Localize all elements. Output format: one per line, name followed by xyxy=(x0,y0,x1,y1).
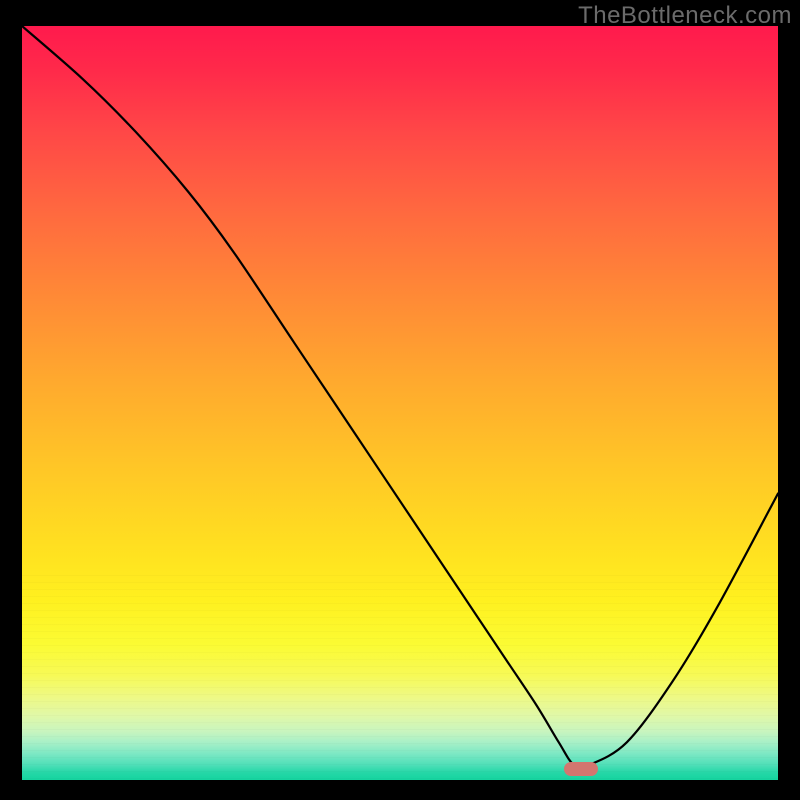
chart-frame: TheBottleneck.com xyxy=(0,0,800,800)
optimal-marker xyxy=(564,762,598,776)
curve-path xyxy=(22,26,778,768)
plot-area xyxy=(22,26,778,780)
watermark-text: TheBottleneck.com xyxy=(578,2,792,30)
bottleneck-curve xyxy=(22,26,778,780)
